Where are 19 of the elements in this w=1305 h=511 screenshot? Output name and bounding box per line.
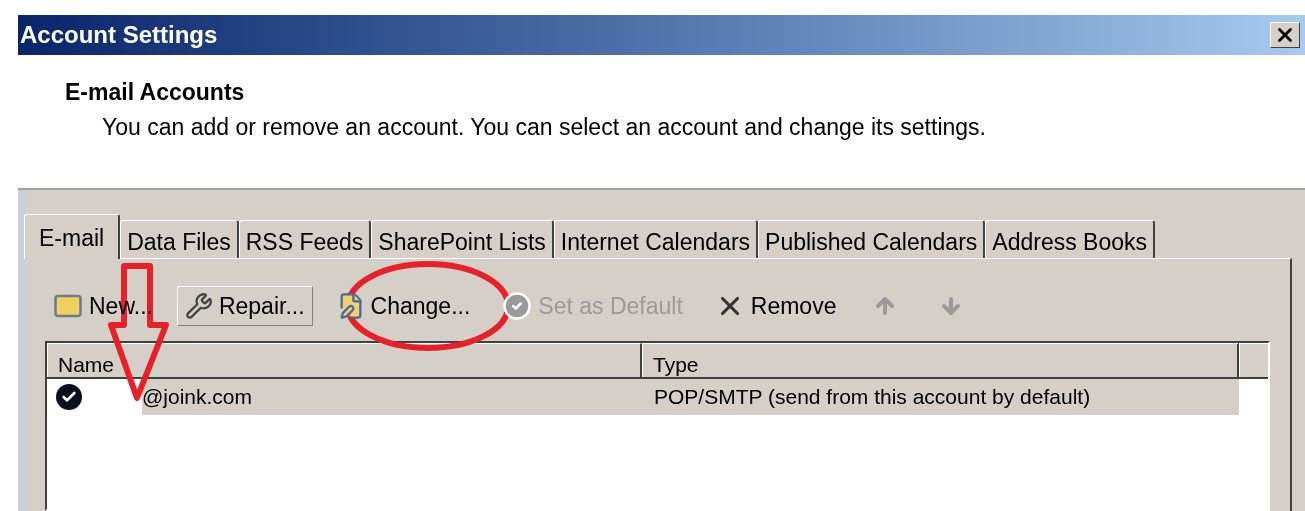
toolbar-button[interactable]: Repair... — [176, 286, 313, 326]
window-title: Account Settings — [20, 23, 218, 47]
close-button[interactable] — [1270, 22, 1300, 48]
tab[interactable]: Data Files — [120, 220, 239, 258]
wrench-icon — [184, 292, 213, 320]
check-circle-icon — [502, 291, 533, 321]
toolbar-button[interactable]: Change... — [328, 286, 479, 326]
column-header[interactable]: Name — [47, 343, 642, 377]
tab[interactable]: RSS Feeds — [238, 220, 372, 258]
tab[interactable]: Published Calendars — [758, 220, 986, 258]
tab[interactable]: Address Books — [985, 220, 1155, 258]
tab[interactable]: Internet Calendars — [553, 220, 759, 258]
tab[interactable]: E-mail — [24, 214, 121, 259]
tab[interactable]: SharePoint Lists — [371, 220, 554, 258]
column-header[interactable]: Type — [642, 343, 1239, 377]
toolbar-button[interactable]: Remove — [706, 286, 845, 326]
section-title: E-mail Accounts — [65, 79, 246, 105]
description-text: You can add or remove an account. You can select an account and change its settings. — [102, 114, 987, 140]
account-name[interactable]: @joink.com — [142, 381, 252, 413]
